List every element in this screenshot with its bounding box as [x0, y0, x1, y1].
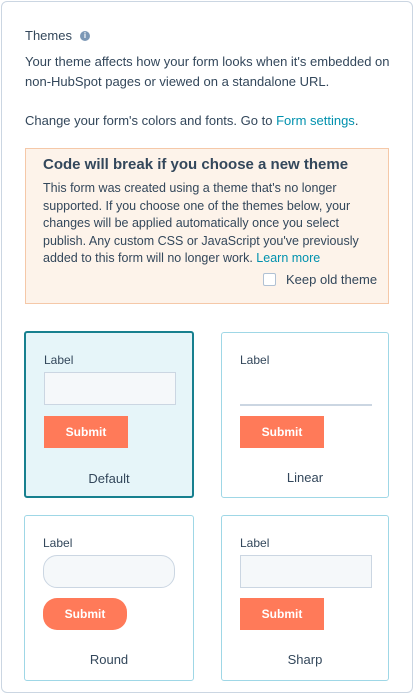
preview-submit-button: Submit [43, 598, 127, 630]
theme-card-default[interactable]: Label Submit Default [24, 331, 194, 498]
preview-input [43, 555, 175, 588]
keep-old-theme-checkbox[interactable] [263, 273, 276, 286]
theme-name: Round [89, 652, 129, 667]
theme-name: Sharp [287, 652, 323, 667]
preview-label: Label [44, 353, 74, 367]
preview-label: Label [240, 536, 270, 550]
preview-label: Label [240, 353, 270, 367]
preview-label: Label [43, 536, 73, 550]
preview-submit-button: Submit [44, 416, 128, 448]
change-colors-suffix: . [354, 113, 359, 128]
change-colors-text: Change your form's colors and fonts. Go … [25, 111, 395, 131]
keep-old-theme-option[interactable]: Keep old theme [263, 272, 377, 287]
info-icon[interactable]: i [79, 30, 90, 41]
theme-name: Default [88, 471, 130, 486]
change-colors-label: Change your form's colors and fonts. Go … [25, 113, 277, 128]
themes-title: Themes [25, 28, 72, 43]
preview-input [240, 555, 372, 588]
preview-submit-button: Submit [240, 598, 324, 630]
learn-more-link[interactable]: Learn more [256, 251, 320, 265]
theme-name: Linear [286, 470, 324, 485]
themes-header: Themes i [25, 28, 90, 43]
theme-card-linear[interactable]: Label Submit Linear [221, 332, 389, 498]
theme-card-sharp[interactable]: Label Submit Sharp [221, 515, 389, 681]
alert-title: Code will break if you choose a new them… [43, 156, 349, 173]
keep-old-theme-label: Keep old theme [286, 272, 378, 287]
themes-panel: Themes i Your theme affects how your for… [1, 1, 413, 693]
alert-body: This form was created using a theme that… [43, 180, 373, 268]
form-settings-link[interactable]: Form settings [276, 113, 355, 128]
preview-input [44, 372, 176, 405]
theme-warning-alert: Code will break if you choose a new them… [25, 148, 389, 304]
themes-description: Your theme affects how your form looks w… [25, 54, 390, 89]
preview-input-underline [240, 404, 372, 406]
preview-submit-button: Submit [240, 416, 324, 448]
theme-card-round[interactable]: Label Submit Round [24, 515, 194, 681]
